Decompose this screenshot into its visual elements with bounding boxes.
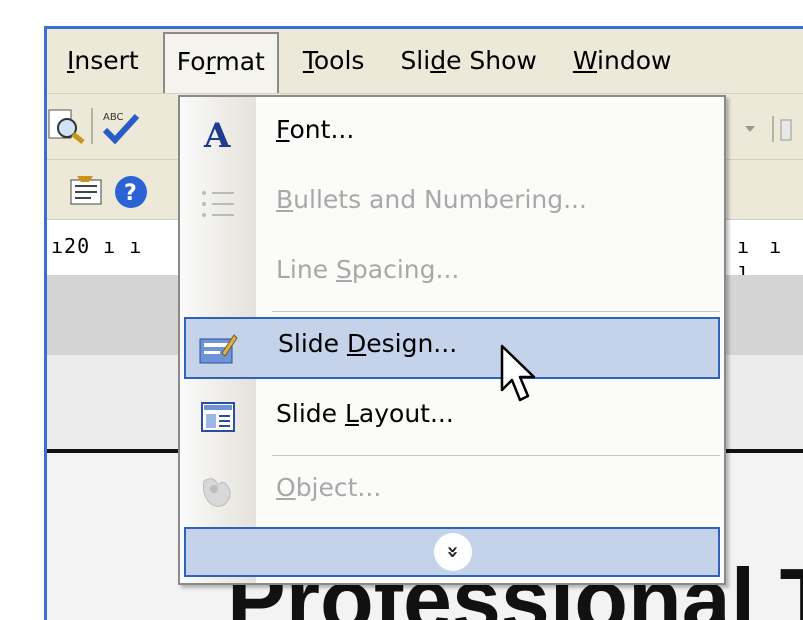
chevron-double-down-icon: » [434,533,472,571]
menu-item-object[interactable]: Object... [184,461,720,523]
svg-text:?: ? [124,181,137,206]
format-menu-dropdown: A Font... Bullets and Numbering... Line … [178,95,726,585]
print-preview-icon[interactable] [47,106,87,146]
menu-expand-button[interactable]: » [184,527,720,577]
menu-item-bullets-and-numbering[interactable]: Bullets and Numbering... [184,173,720,235]
menu-item-font[interactable]: A Font... [184,103,720,165]
menu-item-label: Bullets and Numbering... [276,185,587,214]
menu-insert[interactable]: Insert [55,32,151,90]
bullets-icon [202,191,234,217]
menu-separator [272,455,720,456]
menu-item-label: Line Spacing... [276,255,460,284]
slide-layout-icon [201,402,235,432]
help-icon[interactable]: ? [111,172,151,212]
toolbar-dropdown-arrows-icon[interactable] [737,114,797,144]
menu-item-label: Slide Design... [278,329,458,358]
menu-item-label: Font... [276,115,355,144]
slide-design-icon [199,334,238,364]
menu-format[interactable]: Format [162,32,279,98]
menu-item-line-spacing[interactable]: Line Spacing... [184,243,720,305]
menu-item-label: Slide Layout... [276,399,454,428]
object-icon [203,478,231,507]
spelling-icon[interactable]: ABC [101,106,141,146]
menu-item-label: Object... [276,473,382,502]
svg-text:A: A [203,116,231,153]
svg-text:ABC: ABC [103,112,124,123]
slide-show-icon[interactable] [67,172,107,212]
font-A-icon: A [203,116,231,153]
menu-separator [272,311,720,312]
menu-item-slide-design[interactable]: Slide Design... [184,317,720,379]
mouse-cursor-icon [500,344,536,402]
menu-bar: Insert Format Tools Slide Show Window [47,29,803,98]
menu-item-slide-layout[interactable]: Slide Layout... [184,387,720,449]
menu-tools[interactable]: Tools [291,32,377,90]
menu-slide-show[interactable]: Slide Show [388,32,548,90]
menu-window[interactable]: Window [561,32,684,90]
toolbar-separator [91,108,93,144]
ruler-left-marks: ı20 ı ı [51,234,143,258]
